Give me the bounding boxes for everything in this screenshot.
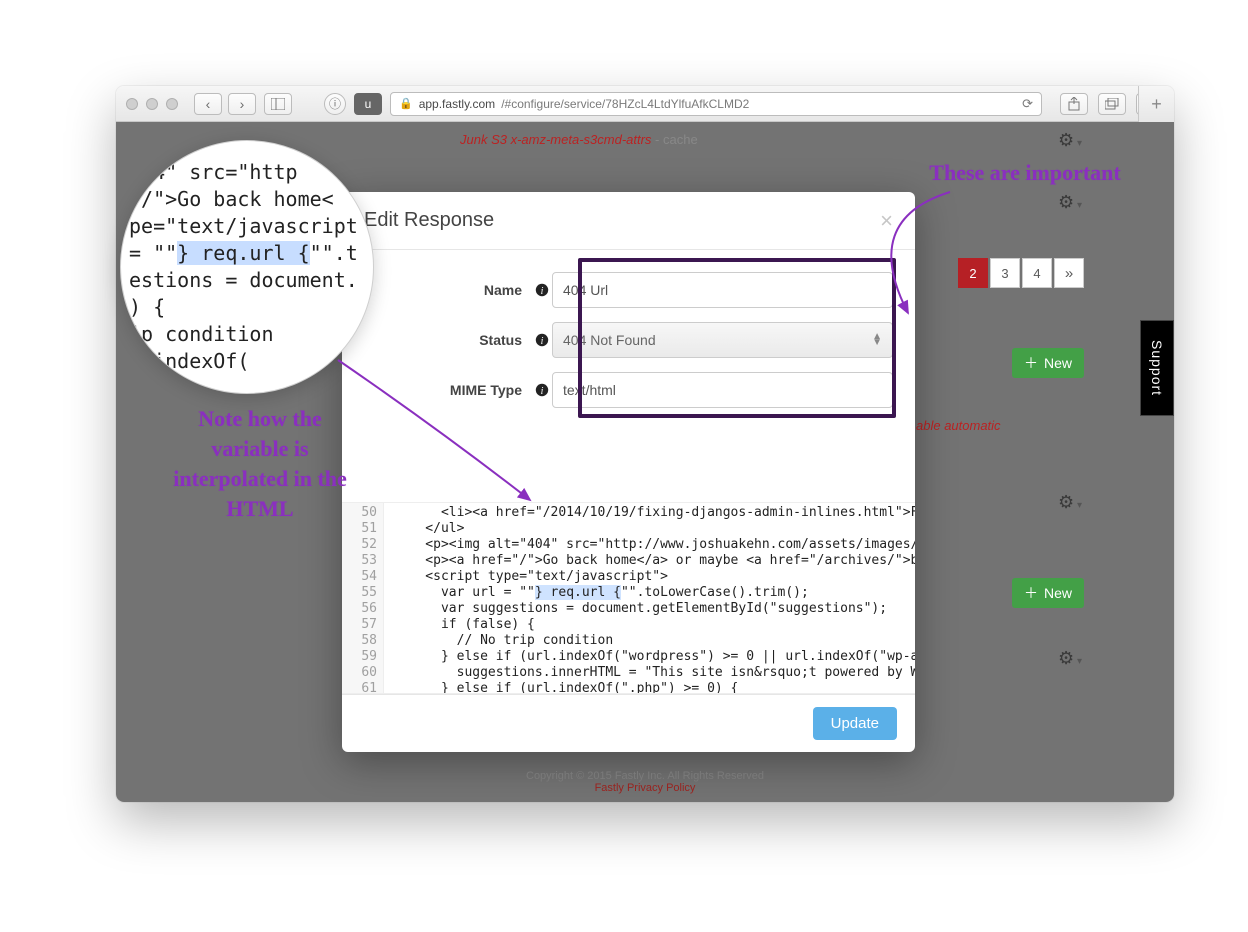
modal-footer: Update xyxy=(342,694,915,752)
pagination: 2 3 4 » xyxy=(958,258,1084,288)
back-button[interactable]: ‹ xyxy=(194,93,222,115)
page-2[interactable]: 2 xyxy=(958,258,988,288)
chevron-updown-icon: ▲▼ xyxy=(872,334,882,346)
lock-icon: 🔒 xyxy=(399,97,413,110)
support-tab[interactable]: Support xyxy=(1140,320,1174,416)
edit-response-modal: Edit Response × Name i Status i 4 xyxy=(342,192,915,752)
address-bar[interactable]: 🔒 app.fastly.com /#configure/service/78HZ… xyxy=(390,92,1042,116)
plus-icon: ＋ xyxy=(1024,353,1038,373)
plus-icon: ＋ xyxy=(1024,583,1038,603)
url-path: /#configure/service/78HZcL4LtdYlfuAfkCLM… xyxy=(501,97,749,111)
name-input[interactable] xyxy=(552,272,893,308)
svg-text:i: i xyxy=(541,286,544,297)
titlebar: ‹ › ⓘ u 🔒 app.fastly.com /#configure/serv… xyxy=(116,86,1174,122)
nav-buttons: ‹ › xyxy=(194,93,256,115)
svg-text:i: i xyxy=(541,336,544,347)
modal-title: Edit Response xyxy=(364,209,494,232)
close-icon[interactable]: × xyxy=(880,208,893,234)
privacy-link[interactable]: Fastly Privacy Policy xyxy=(116,782,1174,794)
page-4[interactable]: 4 xyxy=(1022,258,1052,288)
page-next[interactable]: » xyxy=(1054,258,1084,288)
close-window-icon[interactable] xyxy=(126,98,138,110)
form-row-status: Status i 404 Not Found ▲▼ xyxy=(352,322,893,358)
sidebar-toggle-icon[interactable] xyxy=(264,93,292,115)
traffic-lights xyxy=(126,98,178,110)
code-editor[interactable]: 50 51 52 53 54 55 56 57 58 59 60 61 62 6… xyxy=(342,502,915,694)
gear-icon[interactable]: ⚙ xyxy=(1058,648,1082,669)
new-button[interactable]: ＋New xyxy=(1012,578,1084,608)
annotation-important: These are important xyxy=(920,160,1130,186)
status-label: Status xyxy=(352,332,532,348)
mime-label: MIME Type xyxy=(352,382,532,398)
share-icon[interactable] xyxy=(1060,93,1088,115)
svg-text:i: i xyxy=(541,386,544,397)
new-button[interactable]: ＋New xyxy=(1012,348,1084,378)
status-select[interactable]: 404 Not Found ▲▼ xyxy=(552,322,893,358)
new-tab-button[interactable]: + xyxy=(1138,86,1174,122)
form-row-mime: MIME Type i xyxy=(352,372,893,408)
bg-item-junk: Junk S3 x-amz-meta-s3cmd-attrs - cache xyxy=(460,132,1088,147)
modal-form: Name i Status i 404 Not Found ▲▼ xyxy=(342,250,915,408)
modal-header: Edit Response × xyxy=(342,192,915,250)
info-icon[interactable]: i xyxy=(532,381,552,399)
magnifier-callout: 404" src="http '/">Go back home< pe="tex… xyxy=(120,140,374,394)
line-gutter: 50 51 52 53 54 55 56 57 58 59 60 61 62 6… xyxy=(342,503,384,693)
annotation-interpolation: Note how the variable is interpolated in… xyxy=(160,404,360,524)
copyright-text: Copyright © 2015 Fastly Inc. All Rights … xyxy=(116,770,1174,782)
reader-icon[interactable]: ⓘ xyxy=(324,93,346,115)
update-button[interactable]: Update xyxy=(813,707,897,740)
reload-icon[interactable]: ⟳ xyxy=(1022,96,1033,112)
page-3[interactable]: 3 xyxy=(990,258,1020,288)
gear-icon[interactable]: ⚙ xyxy=(1058,130,1082,151)
forward-button[interactable]: › xyxy=(228,93,256,115)
extension-badge[interactable]: u xyxy=(354,93,382,115)
zoom-window-icon[interactable] xyxy=(166,98,178,110)
form-row-name: Name i xyxy=(352,272,893,308)
minimize-window-icon[interactable] xyxy=(146,98,158,110)
info-icon[interactable]: i xyxy=(532,331,552,349)
code-lines: <li><a href="/2014/10/19/fixing-djangos-… xyxy=(384,503,915,693)
tabs-icon[interactable] xyxy=(1098,93,1126,115)
info-icon[interactable]: i xyxy=(532,281,552,299)
gear-icon[interactable]: ⚙ xyxy=(1058,492,1082,513)
name-label: Name xyxy=(352,282,532,298)
page-footer: Copyright © 2015 Fastly Inc. All Rights … xyxy=(116,770,1174,794)
status-value: 404 Not Found xyxy=(563,332,656,348)
bg-item-auto: able automatic xyxy=(916,418,1001,433)
mime-input[interactable] xyxy=(552,372,893,408)
gear-icon[interactable]: ⚙ xyxy=(1058,192,1082,213)
url-domain: app.fastly.com xyxy=(419,97,495,111)
